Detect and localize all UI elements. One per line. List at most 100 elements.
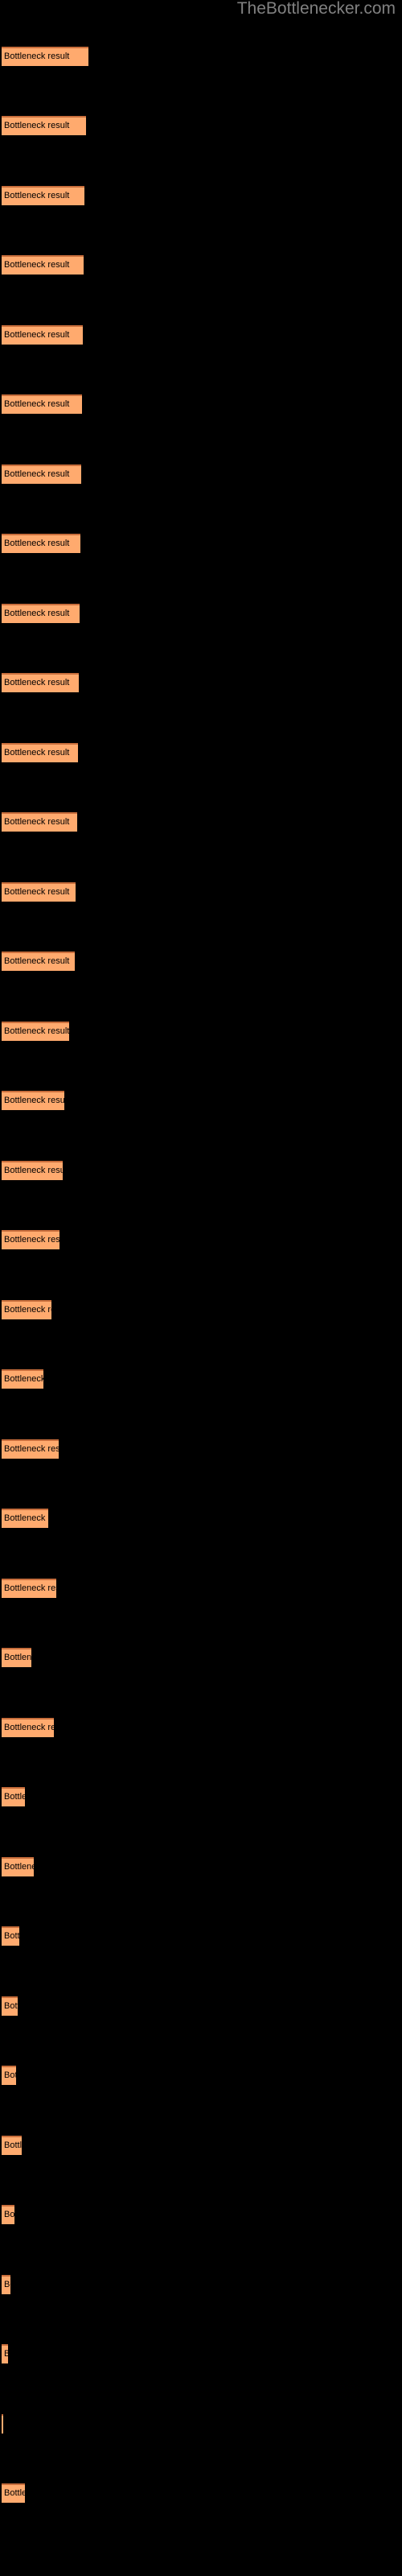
bar-label: Bottleneck result: [4, 1931, 19, 1941]
bar-21[interactable]: Bottleneck result: [2, 1439, 59, 1459]
bar-label-clip: Bottleneck result: [2, 884, 76, 902]
bar-label-clip: Bottleneck result: [2, 257, 84, 275]
bar-label: Bottleneck result: [4, 1653, 31, 1662]
bar-label-clip: Bottleneck result: [2, 118, 86, 135]
bar-series: Bottleneck result Bottleneck result Bottle…: [0, 0, 402, 2576]
bar-label: Bottleneck result: [4, 52, 70, 61]
bar-29[interactable]: Bottleneck result: [2, 1996, 18, 2016]
bar-label: Bottleneck result: [4, 1513, 48, 1523]
bar-label-clip: Bottleneck result: [2, 2416, 3, 2434]
bar-26[interactable]: Bottleneck result: [2, 1787, 25, 1806]
bar-label-clip: Bottleneck result: [2, 1580, 56, 1598]
bar-19[interactable]: Bottleneck result: [2, 1300, 51, 1319]
bar-label: Bottleneck result: [4, 330, 70, 340]
bar-label: Bottleneck result: [4, 260, 70, 270]
bar-14[interactable]: Bottleneck result: [2, 952, 75, 971]
bar-32[interactable]: Bottleneck result: [2, 2205, 14, 2224]
bar-label-clip: Bottleneck result: [2, 1023, 69, 1041]
bar-label-clip: Bottleneck result: [2, 1649, 31, 1667]
bar-label: Bottleneck result: [4, 1026, 69, 1036]
bar-label: Bottleneck result: [4, 2140, 22, 2150]
bar-9[interactable]: Bottleneck result: [2, 604, 80, 623]
bar-label-clip: Bottleneck result: [2, 396, 82, 414]
bar-label: Bottleneck result: [4, 956, 70, 966]
bar-label-clip: Bottleneck result: [2, 1232, 59, 1249]
bar-15[interactable]: Bottleneck result: [2, 1022, 69, 1041]
bar-label-clip: Bottleneck result: [2, 466, 81, 484]
bar-label-clip: Bottleneck result: [2, 2346, 8, 2363]
bar-8[interactable]: Bottleneck result: [2, 534, 80, 553]
bar-label: Bottleneck result: [4, 887, 70, 897]
bar-label-clip: Bottleneck result: [2, 48, 88, 66]
bar-label-clip: Bottleneck result: [2, 675, 79, 692]
bar-6[interactable]: Bottleneck result: [2, 394, 82, 414]
bar-16[interactable]: Bottleneck result: [2, 1091, 64, 1110]
bar-24[interactable]: Bottleneck result: [2, 1648, 31, 1667]
bar-label-clip: Bottleneck result: [2, 1092, 64, 1110]
bar-label: Bottleneck result: [4, 1235, 59, 1245]
bar-label-clip: Bottleneck result: [2, 1302, 51, 1319]
bar-label-clip: Bottleneck result: [2, 1789, 25, 1806]
bar-31[interactable]: Bottleneck result: [2, 2136, 22, 2155]
bar-label: Bottleneck result: [4, 1305, 51, 1315]
bar-label-clip: Bottleneck result: [2, 1162, 63, 1180]
bar-label: Bottleneck result: [4, 2070, 16, 2080]
bar-label: Bottleneck result: [4, 1583, 56, 1593]
bar-27[interactable]: Bottleneck result: [2, 1857, 34, 1876]
bar-22[interactable]: Bottleneck result: [2, 1509, 48, 1528]
bar-label: Bottleneck result: [4, 1166, 63, 1175]
bar-label: Bottleneck result: [4, 1444, 59, 1454]
bar-label: Bottleneck result: [4, 2001, 18, 2011]
bar-28[interactable]: Bottleneck result: [2, 1926, 19, 1946]
bar-label: Bottleneck result: [4, 1096, 64, 1105]
bar-23[interactable]: Bottleneck result: [2, 1579, 56, 1598]
bar-13[interactable]: Bottleneck result: [2, 882, 76, 902]
bar-label: Bottleneck result: [4, 1792, 25, 1802]
bar-label: Bottleneck result: [4, 2488, 25, 2498]
bar-20[interactable]: Bottleneck result: [2, 1369, 43, 1389]
bar-2[interactable]: Bottleneck result: [2, 116, 86, 135]
bar-label: Bottleneck result: [4, 539, 70, 548]
bar-label: Bottleneck result: [4, 817, 70, 827]
bar-label-clip: Bottleneck result: [2, 1928, 19, 1946]
bar-18[interactable]: Bottleneck result: [2, 1230, 59, 1249]
bar-34[interactable]: Bottleneck result: [2, 2344, 8, 2363]
bar-label: Bottleneck result: [4, 678, 70, 687]
bar-12[interactable]: Bottleneck result: [2, 812, 77, 832]
bar-label-clip: Bottleneck result: [2, 605, 80, 623]
bar-label-clip: Bottleneck result: [2, 745, 78, 762]
bar-label-clip: Bottleneck result: [2, 1371, 43, 1389]
bar-label: Bottleneck result: [4, 748, 70, 758]
bar-3[interactable]: Bottleneck result: [2, 186, 84, 205]
bar-label-clip: Bottleneck result: [2, 953, 75, 971]
bar-label-clip: Bottleneck result: [2, 2207, 14, 2224]
bar-1[interactable]: Bottleneck result: [2, 47, 88, 66]
bar-label-clip: Bottleneck result: [2, 814, 77, 832]
bar-label-clip: Bottleneck result: [2, 2485, 25, 2503]
bar-label-clip: Bottleneck result: [2, 1719, 54, 1737]
bar-label-clip: Bottleneck result: [2, 1998, 18, 2016]
bar-label-clip: Bottleneck result: [2, 327, 83, 345]
bar-label-clip: Bottleneck result: [2, 1859, 34, 1876]
bar-label-clip: Bottleneck result: [2, 2067, 16, 2085]
bar-label: Bottleneck result: [4, 1374, 43, 1384]
bar-10[interactable]: Bottleneck result: [2, 673, 79, 692]
bar-11[interactable]: Bottleneck result: [2, 743, 78, 762]
bar-label: Bottleneck result: [4, 121, 70, 130]
bar-33[interactable]: Bottleneck result: [2, 2275, 10, 2294]
bar-label: Bottleneck result: [4, 2210, 14, 2219]
bar-label-clip: Bottleneck result: [2, 188, 84, 205]
bar-17[interactable]: Bottleneck result: [2, 1161, 63, 1180]
bar-label-clip: Bottleneck result: [2, 1510, 48, 1528]
bar-36[interactable]: Bottleneck result: [2, 2483, 25, 2503]
bar-label-clip: Bottleneck result: [2, 535, 80, 553]
bar-35[interactable]: Bottleneck result: [2, 2414, 3, 2434]
bar-label: Bottleneck result: [4, 2349, 8, 2359]
bar-30[interactable]: Bottleneck result: [2, 2066, 16, 2085]
bar-label: Bottleneck result: [4, 1862, 34, 1872]
bar-5[interactable]: Bottleneck result: [2, 325, 83, 345]
bar-25[interactable]: Bottleneck result: [2, 1718, 54, 1737]
bar-7[interactable]: Bottleneck result: [2, 464, 81, 484]
bar-4[interactable]: Bottleneck result: [2, 255, 84, 275]
bar-label: Bottleneck result: [4, 2280, 10, 2289]
